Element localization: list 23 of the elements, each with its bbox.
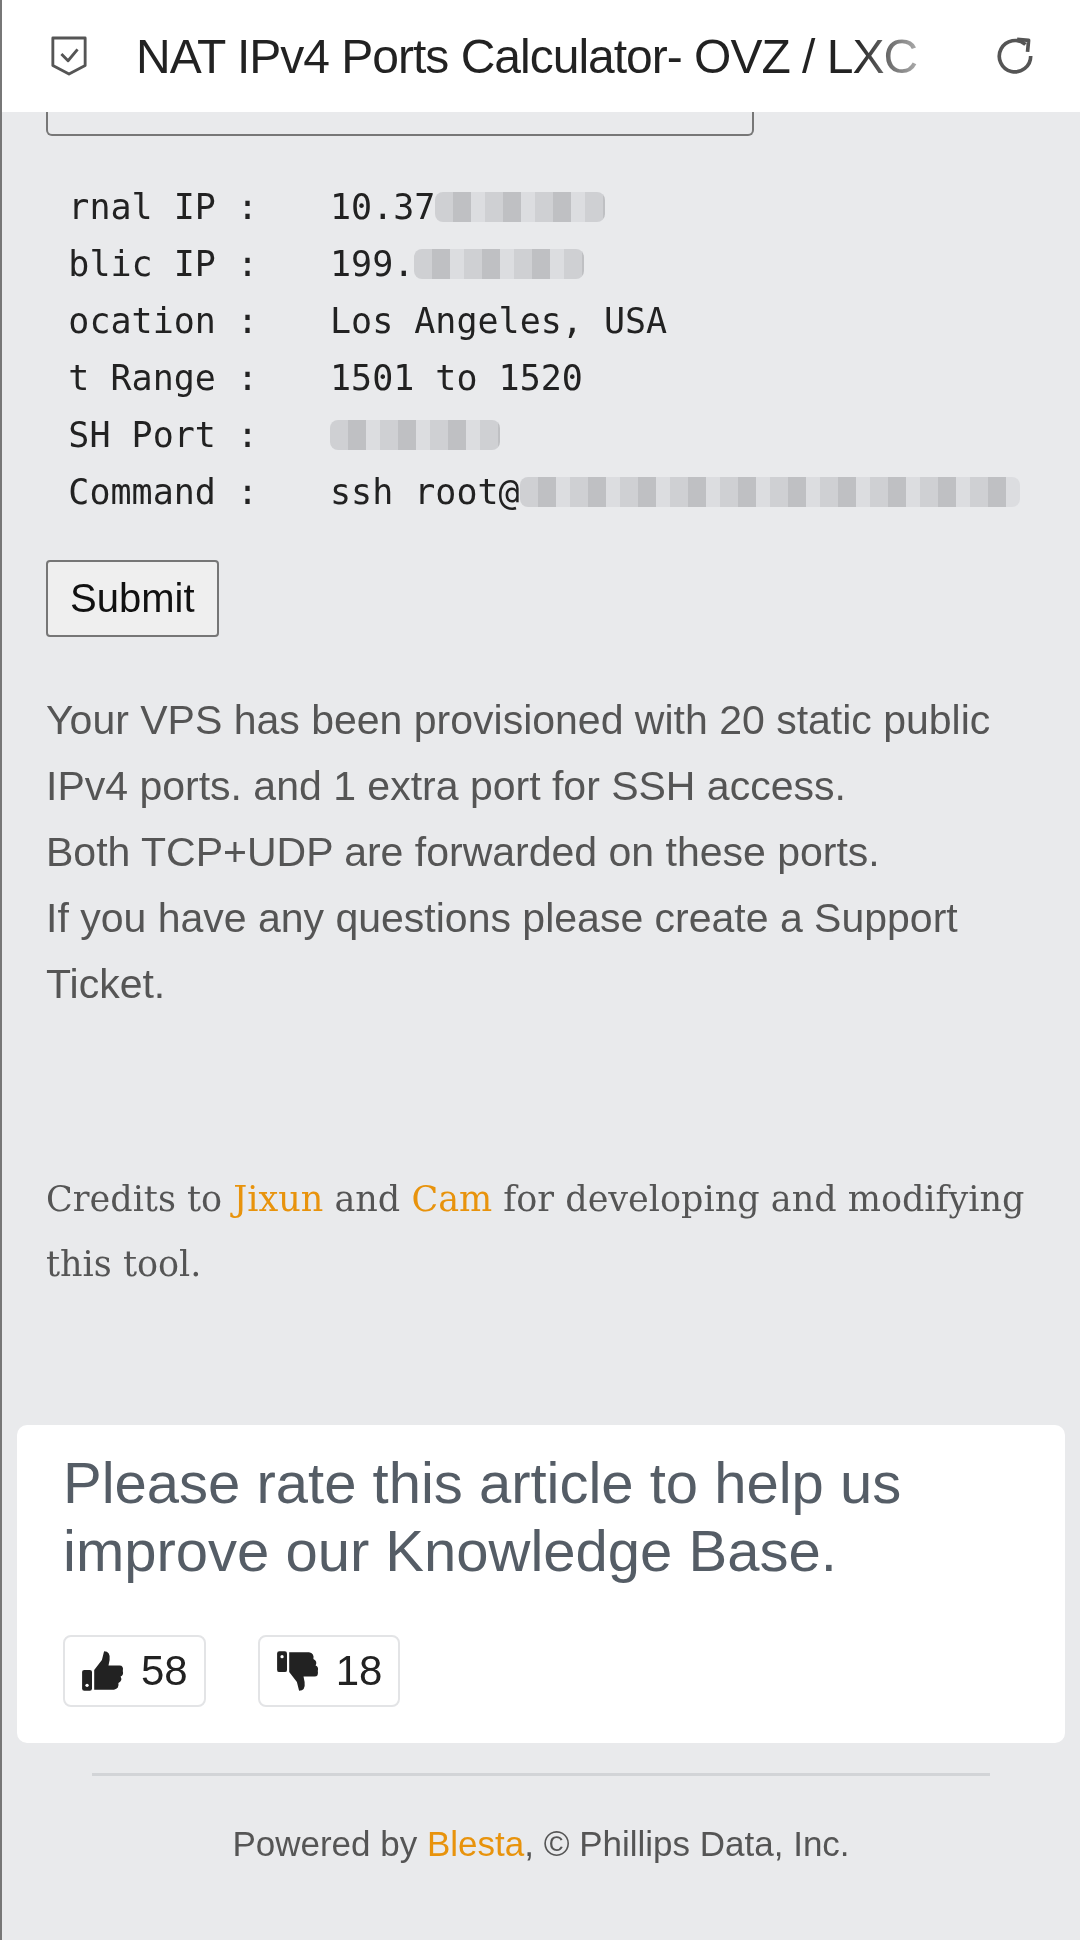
info-text: If you have any questions please create a Support Ticket. [46,894,959,1009]
field-label: blic IP : [67,243,258,284]
field-label: rnal IP : [67,186,258,227]
rating-prompt: Please rate this article to help us improve our Knowledge Base. [63,1449,903,1585]
field-label: SH Port : [67,414,258,455]
field-value: Los Angeles, USA [330,300,668,341]
field-value: 10.37 [330,186,436,227]
shield-check-icon [50,35,88,77]
field-value: ssh root@ [330,471,520,512]
thumbs-down-icon [275,1649,320,1693]
field-label: t Range : [67,357,258,398]
field-label: Command : [67,471,258,512]
footer-text: Powered by Blesta, © Phillips Data, Inc. [231,1824,851,1864]
submit-button[interactable]: Submit [46,560,219,637]
field-label: ocation : [67,300,258,341]
thumbs-up-icon [81,1649,125,1693]
info-text: Your VPS has been provisioned with 20 static public IPv4 ports. and 1 extra port for SSH access. [46,696,992,811]
downvote-button[interactable]: 18 [257,1635,401,1707]
upvote-button[interactable]: 58 [63,1635,206,1707]
field-value: 199. [330,243,415,284]
field-value: 1501 to 1520 [330,357,583,398]
credits-text: Credits to Jixun and Cam for developing and modifying this tool. [46,1178,1026,1286]
info-text: Both TCP+UDP are forwarded on these ports. [46,828,881,877]
